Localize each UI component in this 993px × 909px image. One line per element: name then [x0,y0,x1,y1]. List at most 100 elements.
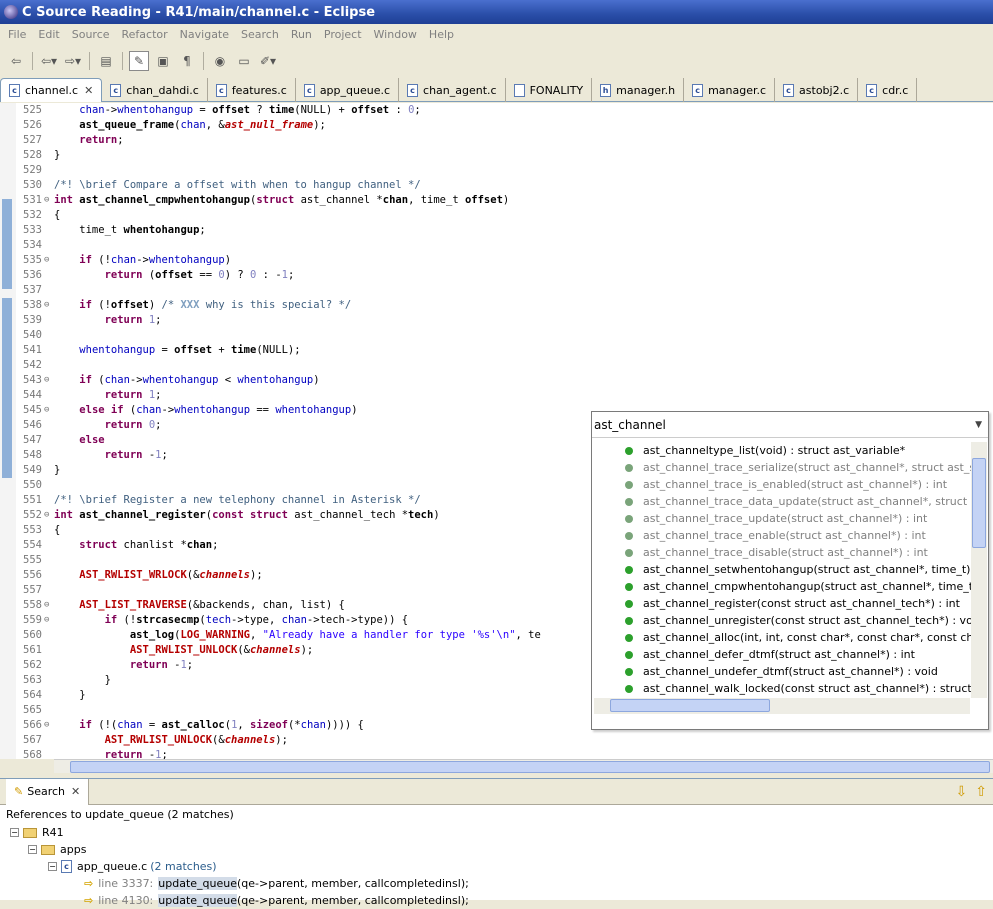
collapse-icon[interactable]: − [28,845,37,854]
completion-label: ast_channel_setwhentohangup(struct ast_c… [643,563,972,576]
close-icon[interactable]: ✕ [84,84,93,97]
tab-manager-h[interactable]: h manager.h [592,78,685,102]
line-number: 557 [23,584,42,596]
back-icon[interactable]: ⇦▾ [39,51,59,71]
back-history-icon[interactable]: ⇦ [6,51,26,71]
line-number: 547 [23,434,42,446]
fold-icon[interactable]: ⊖ [44,253,54,268]
menu-item-project[interactable]: Project [318,28,368,41]
fold-icon [44,688,54,703]
tab-fonality[interactable]: FONALITY [506,78,593,102]
completion-label: ast_channeltype_list(void) : struct ast_… [643,444,906,457]
code-text: return -1; [104,449,168,461]
menu-item-help[interactable]: Help [423,28,460,41]
completion-item[interactable]: ast_channel_alloc(int, int, const char*,… [592,629,972,646]
fold-icon[interactable]: ⊖ [44,508,54,523]
completion-item[interactable]: ast_channel_trace_update(struct ast_chan… [592,510,972,527]
forward-icon[interactable]: ⇨▾ [63,51,83,71]
fold-icon[interactable]: ⊖ [44,598,54,613]
open-folder-icon[interactable]: ▭ [234,51,254,71]
tab-chan_dahdi-c[interactable]: c chan_dahdi.c [102,78,208,102]
menu-item-file[interactable]: File [2,28,32,41]
tab-channel-c[interactable]: c channel.c ✕ [0,78,103,102]
fold-icon[interactable]: ⊖ [44,613,54,628]
completion-item[interactable]: ast_channel_undefer_dtmf(struct ast_chan… [592,663,972,680]
fold-icon [44,328,54,343]
fold-icon[interactable]: ⊖ [44,298,54,313]
chevron-down-icon[interactable]: ▼ [975,420,982,430]
menu-item-source[interactable]: Source [66,28,116,41]
completion-item[interactable]: ast_channel_defer_dtmf(struct ast_channe… [592,646,972,663]
mark-occurrences-icon[interactable]: ✎ [129,51,149,71]
tab-app_queue-c[interactable]: c app_queue.c [296,78,400,102]
next-match-icon[interactable]: ⇩ [956,784,968,800]
completion-item[interactable]: ast_channel_trace_is_enabled(struct ast_… [592,476,972,493]
fold-icon[interactable]: ⊖ [44,193,54,208]
completion-label: ast_channel_defer_dtmf(struct ast_channe… [643,648,915,661]
completion-item[interactable]: ast_channel_walk_locked(const struct ast… [592,680,972,697]
menu-item-search[interactable]: Search [235,28,285,41]
function-icon [625,616,633,625]
close-icon[interactable]: ✕ [71,785,80,798]
block-selection-icon[interactable]: ▣ [153,51,173,71]
code-text: return 1; [104,314,162,326]
code-text: } [54,149,61,161]
completion-item[interactable]: ast_channel_trace_disable(struct ast_cha… [592,544,972,561]
tab-label: astobj2.c [799,83,850,97]
function-icon [625,650,633,659]
file-icon [513,83,525,97]
toolbar: ⇦ ⇦▾ ⇨▾ ▤ ✎ ▣ ¶ ◉ ▭ ✐▾ [0,47,993,75]
scrollbar-thumb[interactable] [610,699,770,712]
scrollbar-thumb[interactable] [972,458,986,548]
code-line: 534 [16,238,541,253]
previous-match-icon[interactable]: ⇧ [975,784,987,800]
menu-item-run[interactable]: Run [285,28,318,41]
tab-manager-c[interactable]: c manager.c [684,78,776,102]
tree-item-match[interactable]: ⇨ line 3337: update_queue (qe->parent, memb… [0,875,993,892]
match-rest: (qe->parent, member, callcompletedinsl); [237,877,469,890]
fold-icon[interactable]: ⊖ [44,718,54,733]
match-count: (2 matches) [150,860,217,873]
completion-item[interactable]: ast_channel_unregister(const struct ast_… [592,612,972,629]
scrollbar-thumb[interactable] [70,761,990,773]
code-text: ast_queue_frame(chan, &ast_null_frame); [79,119,326,131]
ruler-marker [2,199,12,289]
toolbar-separator [32,52,33,70]
tab-chan_agent-c[interactable]: c chan_agent.c [399,78,506,102]
tree-item-file[interactable]: − c app_queue.c (2 matches) [0,858,993,875]
completion-label: ast_channel_unregister(const struct ast_… [643,614,972,627]
content-assist-popup[interactable]: ast_channel ▼ ast_channeltype_list(void)… [591,411,989,730]
tab-search[interactable]: ✎ Search ✕ [6,778,90,805]
fold-icon [44,553,54,568]
menu-item-window[interactable]: Window [368,28,423,41]
collapse-icon[interactable]: − [48,862,57,871]
tab-cdr-c[interactable]: c cdr.c [858,78,918,102]
menu-item-navigate[interactable]: Navigate [174,28,235,41]
tab-astobj2-c[interactable]: c astobj2.c [775,78,859,102]
completion-item[interactable]: ast_channel_trace_data_update(struct ast… [592,493,972,510]
menu-item-edit[interactable]: Edit [32,28,65,41]
function-icon [625,514,633,523]
pin-icon[interactable]: ✐▾ [258,51,278,71]
tree-item-folder[interactable]: − apps [0,841,993,858]
completion-item[interactable]: ast_channel_cmpwhentohangup(struct ast_c… [592,578,972,595]
binary-icon[interactable]: ▤ [96,51,116,71]
completion-item[interactable]: ast_channeltype_list(void) : struct ast_… [592,442,972,459]
show-whitespace-icon[interactable]: ¶ [177,51,197,71]
editor-horizontal-scrollbar[interactable] [54,759,993,773]
completion-item[interactable]: ast_channel_register(const struct ast_ch… [592,595,972,612]
menu-item-refactor[interactable]: Refactor [116,28,174,41]
popup-horizontal-scrollbar[interactable] [594,698,970,714]
tree-item-match[interactable]: ⇨ line 4130: update_queue (qe->parent, memb… [0,892,993,909]
fold-icon[interactable]: ⊖ [44,373,54,388]
collapse-icon[interactable]: − [10,828,19,837]
completion-item[interactable]: ast_channel_setwhentohangup(struct ast_c… [592,561,972,578]
fold-icon[interactable]: ⊖ [44,403,54,418]
tree-item-project[interactable]: − R41 [0,824,993,841]
open-type-icon[interactable]: ◉ [210,51,230,71]
file-icon: c [110,83,122,97]
tab-features-c[interactable]: c features.c [208,78,296,102]
completion-item[interactable]: ast_channel_trace_enable(struct ast_chan… [592,527,972,544]
completion-item[interactable]: ast_channel_trace_serialize(struct ast_c… [592,459,972,476]
popup-vertical-scrollbar[interactable] [971,442,987,698]
